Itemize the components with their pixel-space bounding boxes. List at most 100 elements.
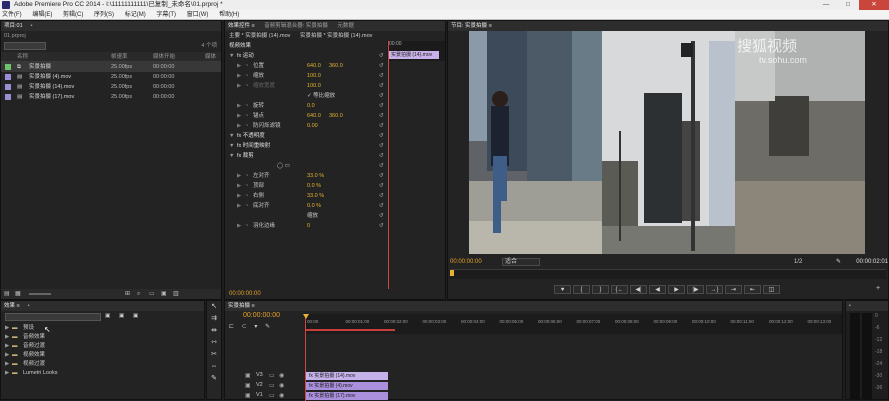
- reset-icon[interactable]: ↺: [379, 211, 384, 221]
- eye-icon[interactable]: ◉: [279, 392, 284, 399]
- expand-arrow-icon[interactable]: ▶: [237, 101, 241, 111]
- track-name[interactable]: V3: [256, 372, 263, 378]
- list-view-icon[interactable]: ▤: [4, 289, 10, 299]
- ec-effect-group[interactable]: ▼ fx 裁剪 ↺: [225, 151, 445, 161]
- ec-master-clip[interactable]: 主要 * 实景拍摄 (14).mov: [229, 33, 290, 39]
- minimize-button[interactable]: —: [815, 0, 837, 10]
- tab-project-extra[interactable]: ▪: [31, 23, 33, 29]
- quality-dropdown[interactable]: 1/2: [794, 257, 802, 267]
- stopwatch-icon[interactable]: ◔: [245, 181, 248, 191]
- ec-property-value[interactable]: 640.0: [307, 111, 321, 121]
- go-to-in-button[interactable]: {←: [611, 285, 628, 294]
- effects-folder[interactable]: ▶ ▬ 视频效果: [1, 351, 204, 360]
- stopwatch-icon[interactable]: ◔: [245, 71, 248, 81]
- expand-arrow-icon[interactable]: ▶: [5, 369, 9, 378]
- ec-property-value[interactable]: 0.00: [307, 121, 318, 131]
- expand-arrow-icon[interactable]: ▶: [237, 71, 241, 81]
- timeline-timecode[interactable]: 00:00:00:00: [243, 312, 280, 319]
- timeline-ruler[interactable]: 00:00 00:00:01:00 00:00:02:00 00:00:03:00 00…: [305, 314, 842, 334]
- tab-sequence[interactable]: 实景拍摄 ≡: [228, 303, 255, 309]
- tab-metadata[interactable]: 元数据: [337, 23, 354, 29]
- timeline-clip[interactable]: fx 实景拍摄 (4).mov: [306, 382, 388, 390]
- stopwatch-icon[interactable]: ◔: [245, 191, 248, 201]
- step-back-button[interactable]: ◀|: [630, 285, 647, 294]
- reset-icon[interactable]: ↺: [379, 151, 384, 161]
- ec-property-value[interactable]: 100.0: [307, 71, 321, 81]
- expand-arrow-icon[interactable]: ▶: [237, 171, 241, 181]
- ec-effect-group[interactable]: ▼ fx 运动 ↺: [225, 51, 445, 61]
- lock-icon[interactable]: ▣: [245, 382, 251, 389]
- pen-tool-icon[interactable]: ✎: [207, 373, 221, 385]
- menu-help[interactable]: 帮助(H): [219, 10, 239, 20]
- automate-icon[interactable]: ⊞: [125, 289, 130, 299]
- ec-property-value[interactable]: ✓ 等比缩放: [307, 91, 335, 101]
- expand-arrow-icon[interactable]: ▶: [5, 342, 9, 351]
- expand-arrow-icon[interactable]: ▶: [5, 333, 9, 342]
- icon-view-icon[interactable]: ▦: [15, 289, 21, 299]
- lift-button[interactable]: ⇥: [725, 285, 742, 294]
- column-framerate[interactable]: 帧速率: [111, 52, 128, 62]
- program-playhead[interactable]: [450, 270, 454, 276]
- stopwatch-icon[interactable]: ◔: [245, 111, 248, 121]
- ec-property-value[interactable]: 33.0 %: [307, 171, 324, 181]
- stopwatch-icon[interactable]: ◔: [245, 61, 248, 71]
- ec-property-row[interactable]: ▶ ◔ 位置 640.0 360.0 ↺: [225, 61, 445, 71]
- effects-folder[interactable]: ▶ ▬ Lumetri Looks: [1, 369, 204, 378]
- ec-effect-group[interactable]: ▼ fx 时间重映射 ↺: [225, 141, 445, 151]
- column-media[interactable]: 媒体: [205, 52, 216, 62]
- tab-project[interactable]: 项目:01: [4, 23, 23, 29]
- reset-icon[interactable]: ↺: [379, 161, 384, 171]
- ec-property-value[interactable]: 640.0: [307, 61, 321, 71]
- expand-arrow-icon[interactable]: ▼: [229, 141, 234, 151]
- ec-property-row[interactable]: 缩放 ↺: [225, 211, 445, 221]
- audio-meter-menu-icon[interactable]: ▪: [849, 303, 851, 309]
- ec-property-value-2[interactable]: 360.0: [329, 111, 343, 121]
- column-media-start[interactable]: 媒体开始: [153, 52, 175, 62]
- expand-arrow-icon[interactable]: ▶: [5, 324, 9, 333]
- reset-icon[interactable]: ↺: [379, 101, 384, 111]
- sync-lock-icon[interactable]: ▭: [269, 382, 275, 389]
- export-frame-button[interactable]: ◫: [763, 285, 780, 294]
- project-search-input[interactable]: [4, 42, 46, 50]
- effects-folder[interactable]: ▶ ▬ 预设: [1, 324, 204, 333]
- track-name[interactable]: V1: [256, 392, 263, 398]
- eye-icon[interactable]: ◉: [279, 372, 284, 379]
- reset-icon[interactable]: ↺: [379, 51, 384, 61]
- expand-arrow-icon[interactable]: ▶: [237, 81, 241, 91]
- snap-icon[interactable]: ⊏: [229, 324, 234, 330]
- ripple-edit-tool-icon[interactable]: ⇹: [207, 325, 221, 337]
- delete-icon[interactable]: ▥: [173, 289, 179, 299]
- timeline-clip[interactable]: fx 实景拍摄 (17).mov: [306, 392, 388, 400]
- project-item[interactable]: ⧉ 实景拍摄 25.00fps 00:00:00: [1, 62, 221, 72]
- tab-audio-mixer[interactable]: 音频剪辑混合器: 实景拍摄: [264, 23, 328, 29]
- reset-icon[interactable]: ↺: [379, 61, 384, 71]
- ec-property-value[interactable]: 0: [307, 221, 310, 231]
- program-scrubber[interactable]: [450, 269, 886, 279]
- track-select-tool-icon[interactable]: ⇉: [207, 313, 221, 325]
- wrench-icon[interactable]: ✎: [836, 257, 841, 267]
- extract-button[interactable]: ⇤: [744, 285, 761, 294]
- project-item[interactable]: ▤ 实景拍摄 (14).mov 25.00fps 00:00:00: [1, 82, 221, 92]
- sync-lock-icon[interactable]: ▭: [269, 392, 275, 399]
- play-button[interactable]: ▶: [668, 285, 685, 294]
- add-button-icon[interactable]: +: [876, 285, 880, 292]
- linked-selection-icon[interactable]: ⊂: [242, 324, 247, 330]
- go-to-out-button[interactable]: →}: [706, 285, 723, 294]
- project-item[interactable]: ▤ 实景拍摄 (4).mov 25.00fps 00:00:00: [1, 72, 221, 82]
- expand-arrow-icon[interactable]: ▶: [237, 181, 241, 191]
- project-item[interactable]: ▤ 实景拍摄 (17).mov 25.00fps 00:00:00: [1, 92, 221, 102]
- ec-property-value[interactable]: 0.0 %: [307, 181, 321, 191]
- ec-property-row[interactable]: ◯ ▭ ↺: [225, 161, 445, 171]
- reset-icon[interactable]: ↺: [379, 81, 384, 91]
- menu-marker[interactable]: 标记(M): [125, 10, 146, 20]
- ec-effect-group[interactable]: ▼ fx 不透明度 ↺: [225, 131, 445, 141]
- column-name[interactable]: 名称: [17, 52, 28, 62]
- expand-arrow-icon[interactable]: ▼: [229, 131, 234, 141]
- stopwatch-icon[interactable]: ◔: [245, 171, 248, 181]
- ec-property-row[interactable]: ▶ ◔ 防闪烁滤镜 0.00 ↺: [225, 121, 445, 131]
- work-area-bar[interactable]: [305, 329, 395, 331]
- slip-tool-icon[interactable]: ⇔: [207, 361, 221, 373]
- ec-property-row[interactable]: ▶ ◔ 底对齐 0.0 % ↺: [225, 201, 445, 211]
- selection-tool-icon[interactable]: ↖: [207, 301, 221, 313]
- effects-folder[interactable]: ▶ ▬ 音频效果: [1, 333, 204, 342]
